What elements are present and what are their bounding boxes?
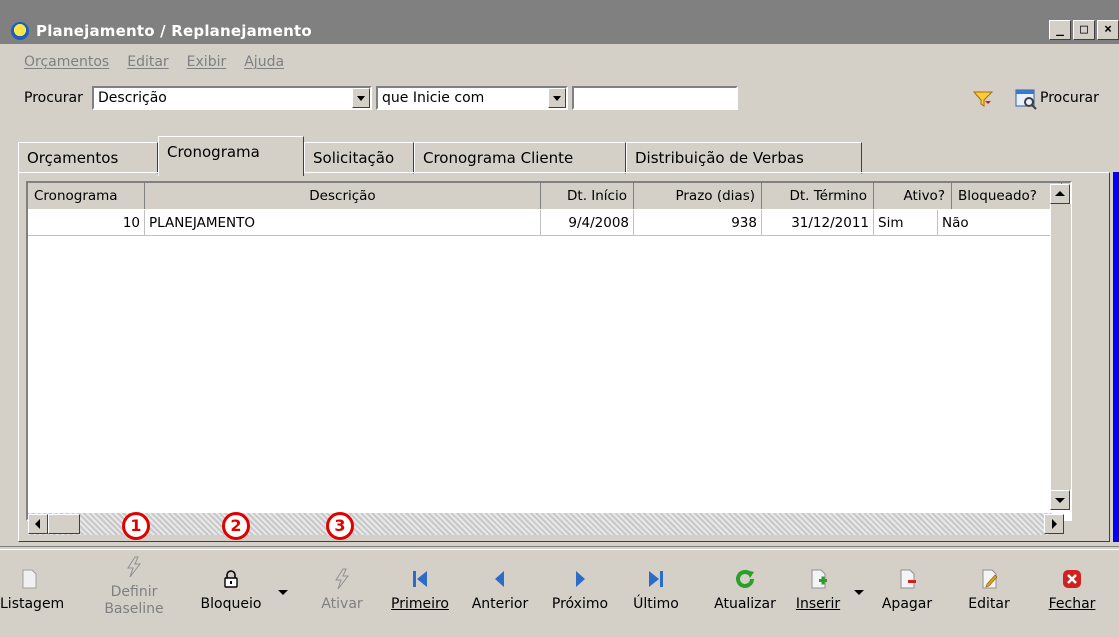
cell-prazo: 938 [634, 210, 762, 236]
filter-icon[interactable] [972, 89, 994, 109]
chevron-down-icon[interactable] [352, 88, 370, 108]
column-header-bloqueado[interactable]: Bloqueado? [952, 183, 1062, 209]
proximo-button[interactable]: Próximo [548, 568, 612, 613]
app-window: Planejamento / Replanejamento _ □ × Orça… [0, 0, 1119, 637]
ultimo-button[interactable]: Último [628, 568, 684, 613]
search-input[interactable] [572, 86, 738, 110]
chevron-left-icon [35, 519, 40, 529]
annotation-3: 3 [326, 512, 354, 540]
menu-bar: Orçamentos Editar Exibir Ajuda [24, 54, 284, 70]
definir-baseline-button[interactable]: Definir Baseline [104, 556, 164, 618]
maximize-button[interactable]: □ [1073, 20, 1095, 40]
accent-bar [1113, 172, 1119, 542]
apagar-button[interactable]: Apagar [880, 568, 934, 613]
column-header-ativo[interactable]: Ativo? [874, 183, 952, 209]
search-field-value: Descrição [98, 90, 167, 106]
inserir-dropdown-icon[interactable] [854, 590, 864, 595]
search-mode-select[interactable]: que Inicie com [376, 86, 568, 110]
scroll-right-button[interactable] [1044, 514, 1064, 534]
menu-orcamentos[interactable]: Orçamentos [24, 54, 109, 70]
window-title: Planejamento / Replanejamento [36, 22, 312, 40]
scroll-left-button[interactable] [28, 514, 48, 534]
horizontal-scroll-thumb[interactable] [48, 514, 80, 534]
grid-header: Cronograma Descrição Dt. Início Prazo (d… [28, 183, 1070, 209]
annotation-2: 2 [222, 512, 250, 540]
cell-bloqueado: Não [938, 210, 1056, 236]
close-icon [1063, 570, 1081, 588]
column-header-dt-inicio[interactable]: Dt. Início [541, 183, 634, 209]
horizontal-scroll-track[interactable] [28, 513, 1052, 535]
primeiro-button[interactable]: Primeiro [386, 568, 454, 613]
bloqueio-button[interactable]: Bloqueio [196, 568, 266, 613]
lightning-icon [335, 568, 350, 590]
title-bar[interactable]: Planejamento / Replanejamento _ □ × [0, 0, 1119, 44]
search-label: Procurar [24, 90, 83, 106]
column-header-prazo[interactable]: Prazo (dias) [634, 183, 762, 209]
anterior-button[interactable]: Anterior [466, 568, 534, 613]
edit-document-icon [982, 569, 998, 589]
previous-record-icon [495, 571, 504, 587]
next-record-icon [576, 571, 585, 587]
tab-cronograma-cliente[interactable]: Cronograma Cliente [414, 142, 626, 174]
listagem-button[interactable]: Listagem [0, 568, 64, 613]
chevron-down-icon[interactable] [548, 88, 566, 108]
search-mode-value: que Inicie com [382, 90, 485, 106]
close-button[interactable]: × [1097, 20, 1119, 40]
table-row[interactable]: 10 PLANEJAMENTO 9/4/2008 938 31/12/2011 … [28, 210, 1070, 236]
scroll-down-button[interactable] [1050, 490, 1070, 510]
cell-dt-termino: 31/12/2011 [762, 210, 874, 236]
cell-ativo: Sim [874, 210, 938, 236]
cell-dt-inicio: 9/4/2008 [541, 210, 634, 236]
column-header-cronograma[interactable]: Cronograma [28, 183, 145, 209]
search-field-select[interactable]: Descrição [92, 86, 372, 110]
tab-cronograma[interactable]: Cronograma [158, 136, 304, 176]
lightning-icon [127, 556, 142, 578]
tab-solicitacao[interactable]: Solicitação [304, 142, 414, 174]
annotation-1: 1 [122, 512, 150, 540]
delete-document-icon [900, 569, 916, 589]
document-icon [22, 569, 37, 589]
search-button[interactable]: Procurar [1040, 90, 1099, 106]
menu-exibir[interactable]: Exibir [187, 54, 227, 70]
last-record-icon [649, 571, 663, 587]
window-controls: _ □ × [1049, 20, 1119, 40]
minimize-button[interactable]: _ [1049, 20, 1071, 40]
chevron-up-icon [1055, 191, 1065, 196]
inserir-button[interactable]: Inserir [790, 568, 846, 613]
insert-document-icon [811, 569, 827, 589]
tab-distribuicao-verbas[interactable]: Distribuição de Verbas [626, 142, 862, 174]
column-header-descricao[interactable]: Descrição [145, 183, 541, 209]
first-record-icon [413, 571, 427, 587]
search-window-icon [1015, 89, 1037, 110]
fechar-button[interactable]: Fechar [1042, 568, 1102, 613]
chevron-right-icon [1052, 519, 1057, 529]
column-header-dt-termino[interactable]: Dt. Término [762, 183, 874, 209]
search-bar: Procurar Descrição que Inicie com Procur… [24, 86, 1119, 114]
cell-cronograma: 10 [28, 210, 145, 236]
cell-descricao: PLANEJAMENTO [145, 210, 541, 236]
refresh-icon [736, 569, 754, 588]
app-icon [11, 22, 29, 40]
bloqueio-dropdown-icon[interactable] [278, 590, 288, 595]
lock-icon [224, 570, 238, 588]
menu-editar[interactable]: Editar [127, 54, 168, 70]
data-grid[interactable]: Cronograma Descrição Dt. Início Prazo (d… [26, 181, 1072, 521]
chevron-down-icon [1055, 498, 1065, 503]
scroll-up-button[interactable] [1050, 184, 1070, 204]
editar-button[interactable]: Editar [964, 568, 1014, 613]
ativar-button[interactable]: Ativar [314, 568, 370, 613]
menu-ajuda[interactable]: Ajuda [244, 54, 284, 70]
atualizar-button[interactable]: Atualizar [708, 568, 782, 613]
vertical-scroll-track[interactable] [1050, 204, 1071, 490]
tab-orcamentos[interactable]: Orçamentos [18, 142, 158, 174]
toolbar-separator [0, 546, 1119, 550]
